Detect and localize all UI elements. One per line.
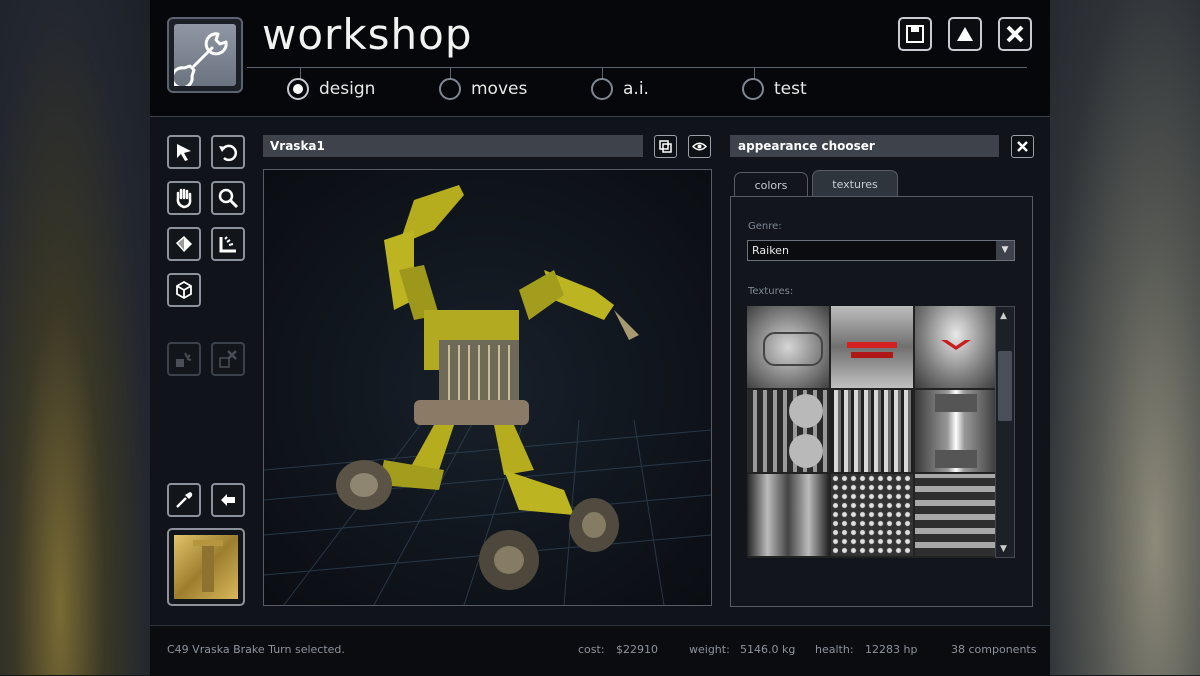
component-count: 38 components xyxy=(951,643,1037,656)
eyedropper-icon xyxy=(176,492,193,508)
scroll-up-icon[interactable]: ▲ xyxy=(1000,311,1007,321)
tab-moves[interactable]: moves xyxy=(439,78,527,100)
robot-name-field[interactable]: Vraska1 xyxy=(263,135,643,157)
cost-label: cost: xyxy=(578,643,605,656)
texture-tile[interactable] xyxy=(747,390,829,472)
copy-button[interactable] xyxy=(654,135,677,158)
texture-tile[interactable] xyxy=(831,474,913,556)
appearance-chooser-title: appearance chooser xyxy=(730,135,999,157)
rotate-arrow-icon xyxy=(219,144,238,162)
health-label: health: xyxy=(815,643,854,656)
zoom-tool[interactable] xyxy=(211,181,245,215)
tab-label: test xyxy=(774,79,807,99)
cube-icon xyxy=(176,280,192,300)
radio-icon xyxy=(742,78,764,100)
robot-3d-viewport[interactable] xyxy=(263,169,712,606)
right-background xyxy=(1050,0,1200,675)
tab-ai[interactable]: a.i. xyxy=(591,78,649,100)
tab-label: design xyxy=(319,79,376,99)
attach-icon xyxy=(176,352,192,367)
texture-tile[interactable] xyxy=(915,390,997,472)
angle-snap-icon xyxy=(219,236,236,253)
workshop-window: workshop design moves a.i. test Vraska1 … xyxy=(150,0,1050,676)
wrench-icon xyxy=(170,32,228,90)
tab-label: colors xyxy=(754,178,788,192)
scroll-down-icon[interactable]: ▼ xyxy=(1000,544,1007,554)
detach-icon xyxy=(219,350,237,368)
radio-icon xyxy=(439,78,461,100)
apply-arrow-icon xyxy=(221,494,235,506)
floppy-disk-icon xyxy=(906,25,924,43)
current-texture-swatch[interactable] xyxy=(167,528,245,606)
chevron-down-icon: ▼ xyxy=(996,241,1014,260)
radio-icon xyxy=(591,78,613,100)
copy-icon xyxy=(659,140,672,153)
texture-grid xyxy=(747,306,997,558)
tab-textures[interactable]: textures xyxy=(812,170,898,197)
wireframe-tool[interactable] xyxy=(167,273,201,307)
left-background xyxy=(0,0,150,675)
arrow-cursor-icon xyxy=(177,144,191,161)
genre-select[interactable]: Raiken ▼ xyxy=(747,240,1015,261)
tab-label: a.i. xyxy=(623,79,649,99)
hand-icon xyxy=(176,188,192,209)
texture-tile[interactable] xyxy=(831,390,913,472)
textures-label: Textures: xyxy=(748,286,794,297)
genre-value: Raiken xyxy=(752,244,789,257)
save-button[interactable] xyxy=(898,17,932,51)
close-icon xyxy=(1006,25,1024,43)
rotate-tool[interactable] xyxy=(211,135,245,169)
scrollbar-thumb[interactable] xyxy=(998,351,1012,421)
up-button[interactable] xyxy=(948,17,982,51)
workshop-logo xyxy=(167,17,243,93)
attach-tool[interactable] xyxy=(167,342,201,376)
texture-tile[interactable] xyxy=(747,474,829,556)
tab-rail xyxy=(247,67,1027,68)
status-bar: C49 Vraska Brake Turn selected. cost: $2… xyxy=(150,625,1050,676)
close-icon xyxy=(1017,141,1028,152)
eye-icon xyxy=(692,142,707,151)
weight-label: weight: xyxy=(689,643,730,656)
app-title: workshop xyxy=(262,10,473,59)
paint-bucket-icon xyxy=(176,236,192,252)
texture-tile[interactable] xyxy=(915,474,997,556)
detach-tool[interactable] xyxy=(211,342,245,376)
texture-tile[interactable] xyxy=(831,306,913,388)
tab-label: moves xyxy=(471,79,528,99)
radio-selected-icon xyxy=(287,78,309,100)
status-text: C49 Vraska Brake Turn selected. xyxy=(167,643,345,656)
tab-label: textures xyxy=(832,177,878,191)
close-chooser-button[interactable] xyxy=(1011,135,1034,158)
texture-scrollbar[interactable]: ▲ ▼ xyxy=(995,306,1015,558)
view-button[interactable] xyxy=(688,135,711,158)
health-value: 12283 hp xyxy=(865,643,918,656)
genre-label: Genre: xyxy=(748,221,782,232)
magnifier-icon xyxy=(218,188,239,209)
snap-tool[interactable] xyxy=(211,227,245,261)
paint-tool[interactable] xyxy=(167,227,201,261)
apply-tool[interactable] xyxy=(211,483,245,517)
close-button[interactable] xyxy=(998,17,1032,51)
robot-model xyxy=(264,185,711,605)
eyedropper-tool[interactable] xyxy=(167,483,201,517)
header: workshop design moves a.i. test xyxy=(150,0,1050,117)
texture-tile[interactable] xyxy=(915,306,997,388)
select-tool[interactable] xyxy=(167,135,201,169)
tab-design[interactable]: design xyxy=(287,78,375,100)
weight-value: 5146.0 kg xyxy=(740,643,796,656)
tab-test[interactable]: test xyxy=(742,78,807,100)
texture-tile[interactable] xyxy=(747,306,829,388)
tab-colors[interactable]: colors xyxy=(734,172,808,197)
triangle-up-icon xyxy=(957,27,973,41)
pan-tool[interactable] xyxy=(167,181,201,215)
cost-value: $22910 xyxy=(616,643,658,656)
